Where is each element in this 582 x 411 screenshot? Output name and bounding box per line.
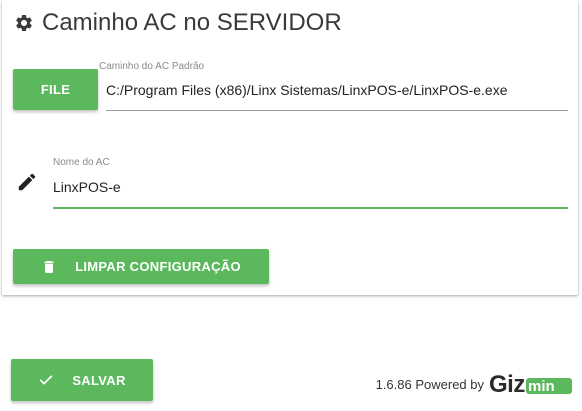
file-button[interactable]: FILE [13,69,98,110]
save-button-label: SALVAR [72,372,126,388]
version-text: 1.6.86 Powered by [375,376,484,392]
footer: 1.6.86 Powered by Giz min [376,370,574,398]
path-field-underline [106,110,568,111]
save-button[interactable]: SALVAR [11,359,153,401]
name-field-underline [53,207,568,209]
trash-icon [41,259,57,275]
name-field-label: Nome do AC [53,157,110,168]
gear-icon [14,13,34,33]
file-button-label: FILE [40,82,71,97]
svg-text:min: min [528,378,555,395]
section-header: Caminho AC no SERVIDOR [14,8,342,38]
check-icon [38,372,54,388]
clear-config-button[interactable]: LIMPAR CONFIGURAÇÃO [13,249,269,284]
svg-text:Giz: Giz [489,371,525,398]
settings-card: Caminho AC no SERVIDOR FILE Caminho do A… [2,0,578,295]
page-title: Caminho AC no SERVIDOR [42,9,342,36]
name-field-input[interactable]: LinxPOS-e [53,179,121,195]
gizmin-logo: Giz min [488,370,574,398]
pencil-icon [16,171,38,193]
path-field-input[interactable]: C:/Program Files (x86)/Linx Sistemas/Lin… [106,82,507,98]
clear-config-label: LIMPAR CONFIGURAÇÃO [75,259,241,274]
path-field-label: Caminho do AC Padrão [99,61,205,72]
